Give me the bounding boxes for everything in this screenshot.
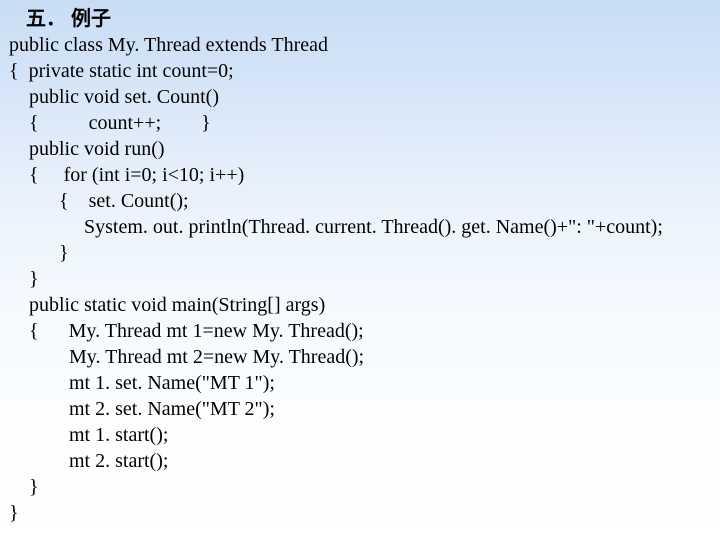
code-line: { My. Thread mt 1=new My. Thread(); xyxy=(4,318,720,344)
code-line: public void set. Count() xyxy=(4,84,720,110)
code-line: System. out. println(Thread. current. Th… xyxy=(4,214,720,240)
code-line: } xyxy=(4,474,720,500)
code-line: } xyxy=(4,240,720,266)
slide-heading: 五． 例子 xyxy=(4,6,720,32)
code-line: public class My. Thread extends Thread xyxy=(4,32,720,58)
code-line: mt 2. set. Name("MT 2"); xyxy=(4,396,720,422)
code-line: mt 1. set. Name("MT 1"); xyxy=(4,370,720,396)
code-block: public class My. Thread extends Thread {… xyxy=(4,32,720,526)
code-line: public static void main(String[] args) xyxy=(4,292,720,318)
code-line: { count++; } xyxy=(4,110,720,136)
code-line: } xyxy=(4,500,720,526)
code-line: { private static int count=0; xyxy=(4,58,720,84)
code-line: My. Thread mt 2=new My. Thread(); xyxy=(4,344,720,370)
code-line: mt 2. start(); xyxy=(4,448,720,474)
code-line: { for (int i=0; i<10; i++) xyxy=(4,162,720,188)
code-line: public void run() xyxy=(4,136,720,162)
code-line: mt 1. start(); xyxy=(4,422,720,448)
code-line: } xyxy=(4,266,720,292)
code-line: { set. Count(); xyxy=(4,188,720,214)
